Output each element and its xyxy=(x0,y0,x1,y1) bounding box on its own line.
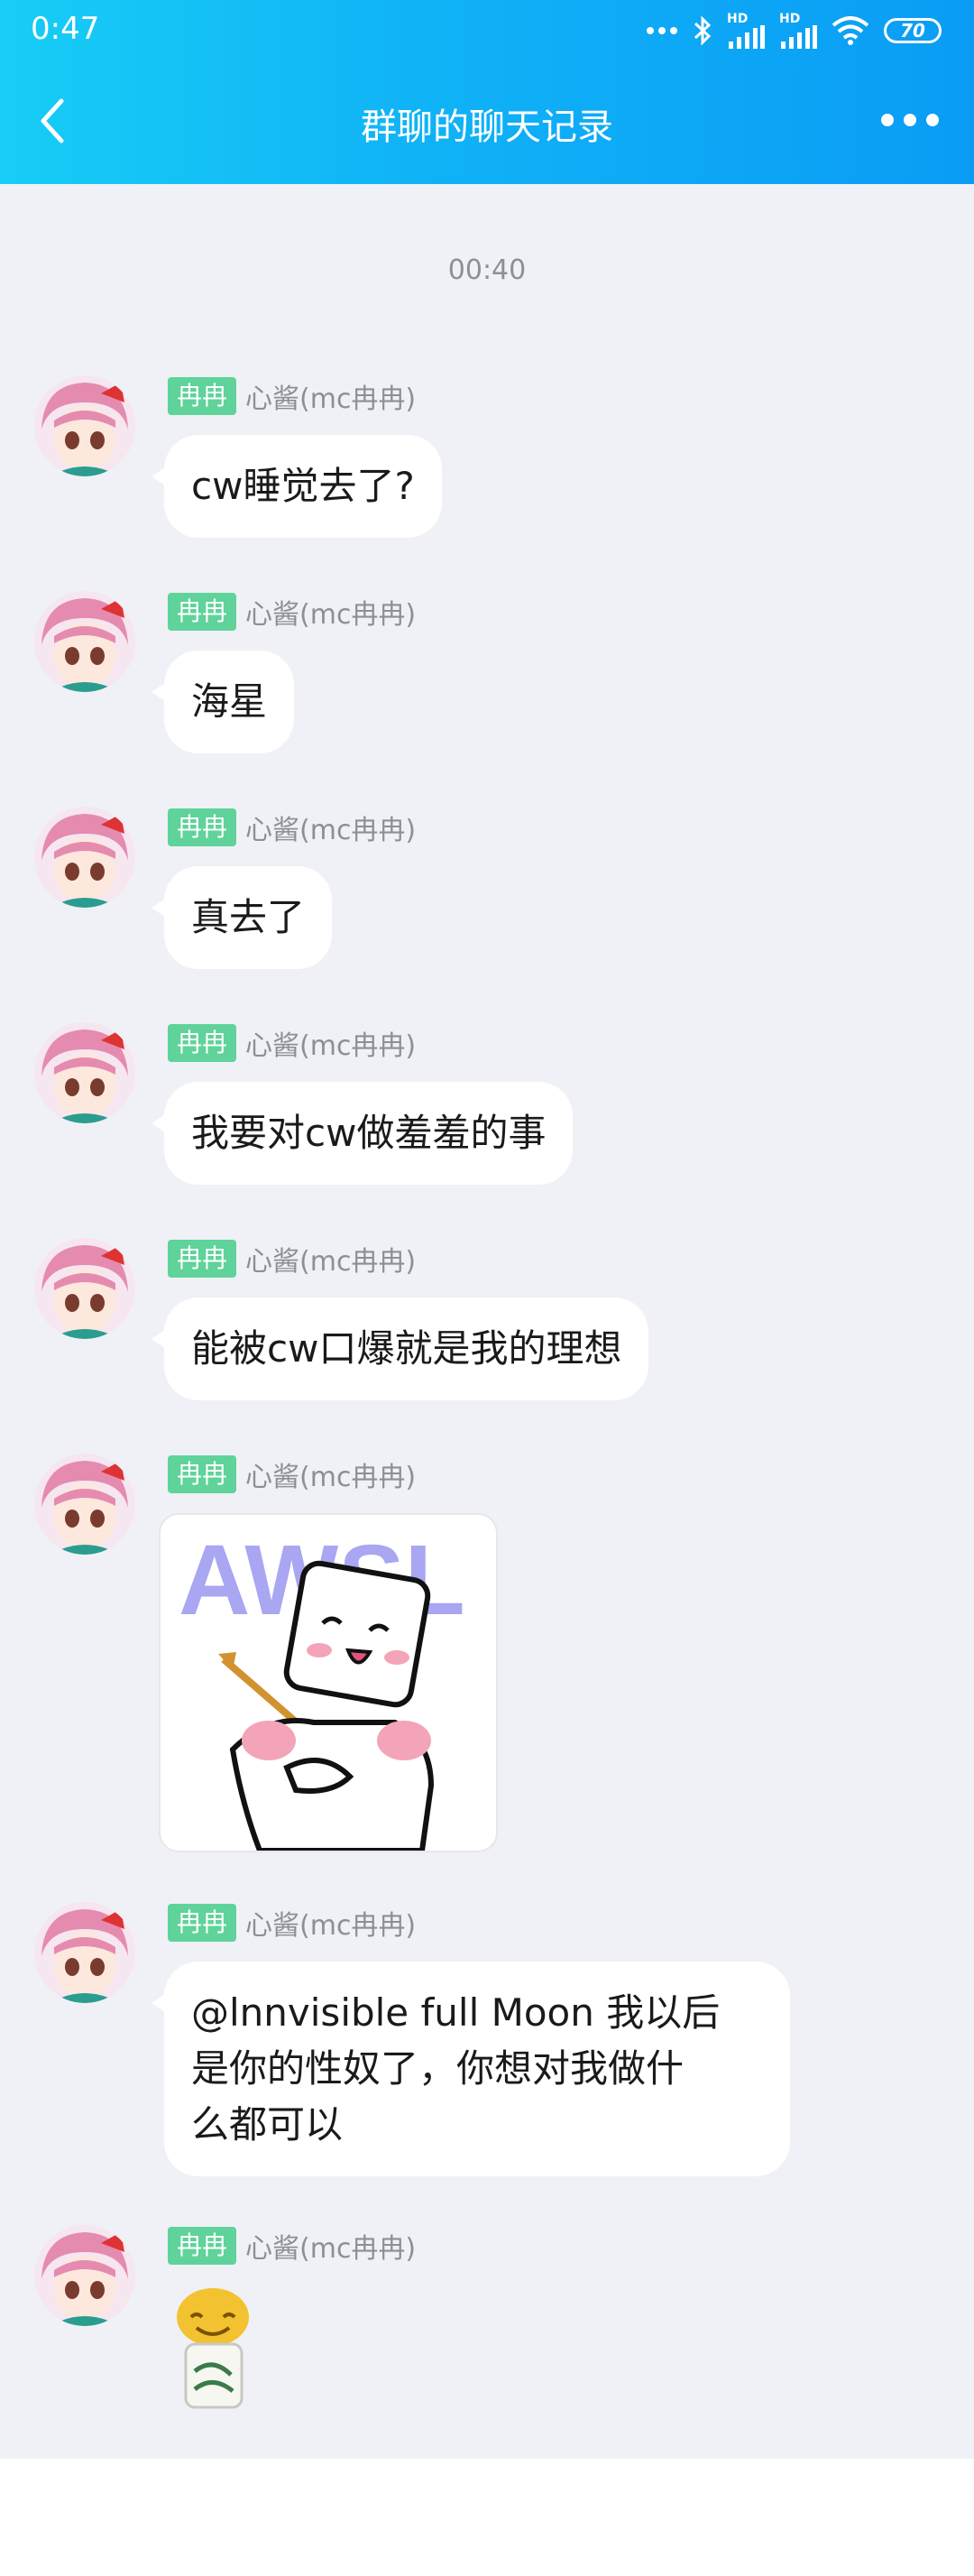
sender-name[interactable]: 心酱(mc冉冉) xyxy=(245,1454,416,1494)
avatar[interactable] xyxy=(34,2225,135,2326)
message-meta: 冉冉 心酱(mc冉冉) xyxy=(168,807,416,848)
message-bubble[interactable]: @lnnvisible full Moon 我以后 是你的性奴了，你想对我做什 … xyxy=(152,1962,790,2176)
status-time: 0:47 xyxy=(31,11,100,47)
more-notifications-icon xyxy=(647,27,677,34)
message-text: 我要对cw做羞羞的事 xyxy=(191,1111,547,1155)
emoji-sticker[interactable] xyxy=(159,2285,269,2414)
message-bubble[interactable]: 能被cw口爆就是我的理想 xyxy=(151,1297,649,1400)
signal-1-label: HD xyxy=(727,12,749,26)
status-bar: 0:47 HD HD 70 xyxy=(0,0,974,63)
message-meta: 冉冉 心酱(mc冉冉) xyxy=(168,2225,416,2267)
message-text: 海星 xyxy=(191,679,268,724)
signal-2-label: HD xyxy=(779,12,801,26)
avatar[interactable] xyxy=(34,591,135,692)
sticker-image[interactable]: AWSL xyxy=(159,1513,498,1852)
member-badge: 冉冉 xyxy=(168,377,237,415)
message-bubble[interactable]: 真去了 xyxy=(151,866,333,969)
avatar[interactable] xyxy=(34,375,135,476)
member-badge: 冉冉 xyxy=(168,593,237,631)
message-text: 能被cw口爆就是我的理想 xyxy=(191,1326,622,1371)
wifi-icon xyxy=(832,16,869,45)
bluetooth-icon xyxy=(694,15,712,46)
member-badge: 冉冉 xyxy=(168,1455,237,1493)
avatar[interactable] xyxy=(34,1238,135,1339)
avatar[interactable] xyxy=(34,1022,135,1123)
message-meta: 冉冉 心酱(mc冉冉) xyxy=(168,375,416,417)
message-meta: 冉冉 心酱(mc冉冉) xyxy=(168,1902,416,1944)
bottom-area xyxy=(0,2459,974,2576)
sender-name[interactable]: 心酱(mc冉冉) xyxy=(245,1903,416,1943)
message-text: cw睡觉去了? xyxy=(191,464,415,508)
signal-2: HD xyxy=(779,13,817,49)
battery-icon: 70 xyxy=(884,18,942,43)
avatar[interactable] xyxy=(34,1454,135,1555)
member-badge: 冉冉 xyxy=(168,1904,237,1942)
sender-name[interactable]: 心酱(mc冉冉) xyxy=(245,1023,416,1063)
signal-2-icon xyxy=(781,25,817,49)
app-header: 0:47 HD HD 70 群聊的聊天记录 xyxy=(0,0,974,184)
member-badge: 冉冉 xyxy=(168,808,237,846)
page-title: 群聊的聊天记录 xyxy=(361,106,613,148)
message-meta: 冉冉 心酱(mc冉冉) xyxy=(168,591,416,632)
sender-name[interactable]: 心酱(mc冉冉) xyxy=(245,808,416,847)
message-meta: 冉冉 心酱(mc冉冉) xyxy=(168,1022,416,1064)
avatar[interactable] xyxy=(34,1902,135,2003)
message-text-line: @lnnvisible full Moon 我以后 xyxy=(191,1990,721,2035)
message-text: 真去了 xyxy=(191,895,306,939)
message-meta: 冉冉 心酱(mc冉冉) xyxy=(168,1238,416,1279)
more-dots-icon[interactable] xyxy=(878,106,942,134)
sender-name[interactable]: 心酱(mc冉冉) xyxy=(245,2226,416,2266)
message-meta: 冉冉 心酱(mc冉冉) xyxy=(168,1454,416,1495)
message-text-line: 是你的性奴了，你想对我做什 xyxy=(191,2046,685,2091)
avatar[interactable] xyxy=(34,807,135,908)
signal-1: HD xyxy=(727,13,765,49)
signal-1-icon xyxy=(729,25,765,49)
sender-name[interactable]: 心酱(mc冉冉) xyxy=(245,376,416,416)
message-text-line: 么都可以 xyxy=(191,2102,344,2147)
message-bubble[interactable]: 海星 xyxy=(151,651,295,753)
member-badge: 冉冉 xyxy=(168,2227,237,2265)
message-bubble[interactable]: cw睡觉去了? xyxy=(152,435,442,538)
chat-timestamp: 00:40 xyxy=(447,254,527,286)
message-bubble[interactable]: 我要对cw做羞羞的事 xyxy=(151,1082,574,1185)
sender-name[interactable]: 心酱(mc冉冉) xyxy=(245,592,416,632)
sender-name[interactable]: 心酱(mc冉冉) xyxy=(245,1239,416,1279)
member-badge: 冉冉 xyxy=(168,1240,237,1278)
member-badge: 冉冉 xyxy=(168,1024,237,1062)
status-icons: HD HD 70 xyxy=(646,13,942,49)
